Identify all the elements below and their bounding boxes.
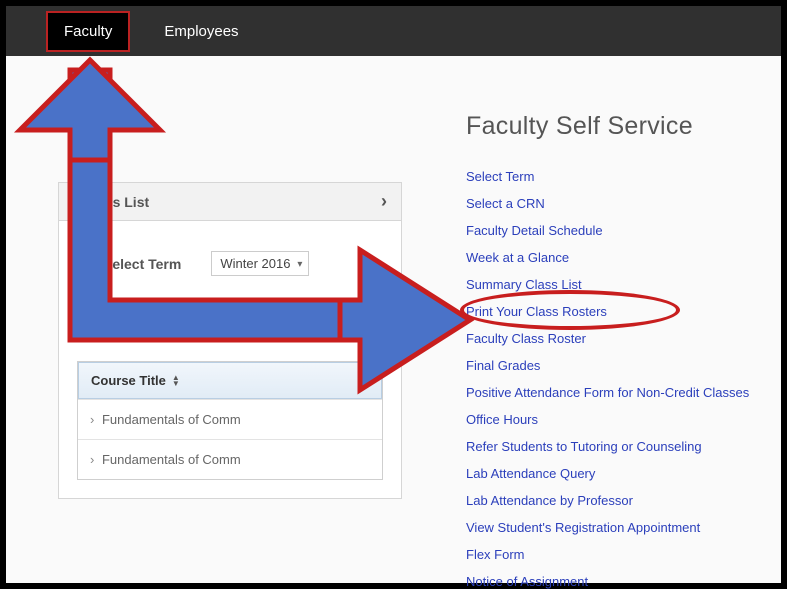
link-final-grades[interactable]: Final Grades (466, 358, 776, 373)
expand-icon: › (90, 452, 94, 467)
last-updated-label: Last Updated (150, 296, 232, 311)
link-faculty-class-roster[interactable]: Faculty Class Roster (466, 331, 776, 346)
link-view-registration-appt[interactable]: View Student's Registration Appointment (466, 520, 776, 535)
link-summary-class-list[interactable]: Summary Class List (466, 277, 776, 292)
sort-icon: ▲▼ (172, 375, 180, 387)
term-select-dropdown[interactable]: Winter 2016 ▾ (211, 251, 309, 276)
link-lab-attendance-professor[interactable]: Lab Attendance by Professor (466, 493, 776, 508)
faculty-self-service-panel: Faculty Self Service Select Term Select … (466, 112, 776, 601)
nav-tab-label: Employees (164, 23, 238, 40)
link-lab-attendance-query[interactable]: Lab Attendance Query (466, 466, 776, 481)
link-positive-attendance[interactable]: Positive Attendance Form for Non-Credit … (466, 385, 776, 400)
nav-tab-faculty[interactable]: Faculty (46, 11, 130, 52)
caret-down-icon: ▾ (297, 259, 302, 270)
column-header-text: Course Title (91, 373, 166, 388)
last-updated-value: Thu December 17, 2015 (243, 296, 383, 311)
link-faculty-detail-schedule[interactable]: Faculty Detail Schedule (466, 223, 776, 238)
class-list-title: Class List (83, 194, 149, 210)
link-refer-students[interactable]: Refer Students to Tutoring or Counseling (466, 439, 776, 454)
link-select-crn[interactable]: Select a CRN (466, 196, 776, 211)
table-row[interactable]: › Fundamentals of Comm (78, 399, 382, 439)
course-title-cell: Fundamentals of Comm (102, 452, 241, 467)
class-list-header[interactable]: Class List › (59, 183, 401, 221)
nav-tab-employees[interactable]: Employees (150, 15, 252, 48)
select-term-row: Select Term Winter 2016 ▾ (59, 221, 401, 292)
chevron-right-icon: › (381, 191, 387, 212)
link-office-hours[interactable]: Office Hours (466, 412, 776, 427)
select-term-label: Select Term (103, 256, 181, 272)
link-select-term[interactable]: Select Term (466, 169, 776, 184)
course-title-column-header[interactable]: Course Title ▲▼ (78, 362, 382, 399)
course-table: Course Title ▲▼ › Fundamentals of Comm ›… (77, 361, 383, 480)
class-list-card: Class List › Select Term Winter 2016 ▾ L… (58, 182, 402, 499)
panel-title: Faculty Self Service (466, 112, 776, 141)
link-week-at-a-glance[interactable]: Week at a Glance (466, 250, 776, 265)
nav-tab-label: Faculty (64, 23, 112, 40)
link-print-class-rosters[interactable]: Print Your Class Rosters (466, 304, 776, 319)
last-updated-row: Last Updated Thu December 17, 2015 (59, 292, 397, 321)
course-title-cell: Fundamentals of Comm (102, 412, 241, 427)
expand-icon: › (90, 412, 94, 427)
link-notice-of-assignment[interactable]: Notice of Assignment (466, 574, 776, 589)
main-area: Class List › Select Term Winter 2016 ▾ L… (6, 56, 781, 583)
table-row[interactable]: › Fundamentals of Comm (78, 439, 382, 479)
top-navbar: Faculty Employees (6, 6, 781, 56)
link-flex-form[interactable]: Flex Form (466, 547, 776, 562)
link-list: Select Term Select a CRN Faculty Detail … (466, 169, 776, 589)
term-select-value: Winter 2016 (220, 256, 290, 271)
